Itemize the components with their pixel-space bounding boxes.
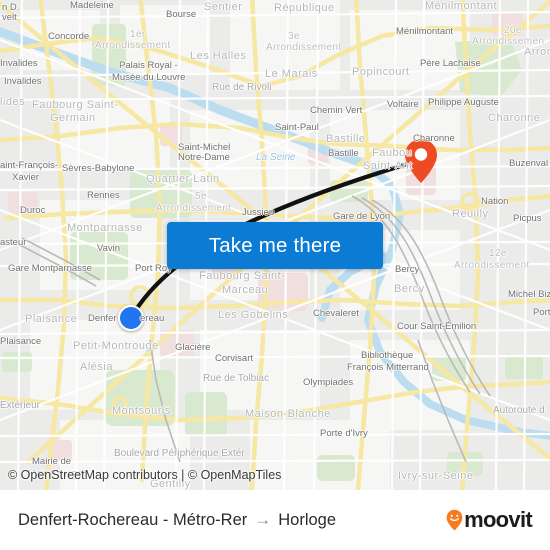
moovit-wordmark: moovit	[464, 507, 533, 532]
trip-destination-label: Horloge	[278, 510, 337, 529]
trip-footer-bar: Denfert-Rochereau - Métro-Rer → Horloge …	[0, 490, 550, 550]
trip-summary: Denfert-Rochereau - Métro-Rer → Horloge	[18, 510, 336, 530]
map-attribution: © OpenStreetMap contributors | © OpenMap…	[8, 468, 282, 482]
destination-marker-icon[interactable]	[404, 138, 438, 184]
origin-marker-icon[interactable]	[118, 305, 144, 331]
moovit-trip-map-screen: n D. velt Madeleine Bourse Sentier République…	[0, 0, 550, 550]
trip-origin-label: Denfert-Rochereau - Métro-Rer	[18, 510, 248, 529]
take-me-there-button[interactable]: Take me there	[167, 222, 383, 269]
arrow-right-icon: →	[254, 510, 272, 529]
map-canvas[interactable]: n D. velt Madeleine Bourse Sentier République…	[0, 0, 550, 490]
moovit-pin-smiley-icon	[446, 509, 463, 531]
moovit-logo[interactable]: moovit	[446, 507, 533, 533]
